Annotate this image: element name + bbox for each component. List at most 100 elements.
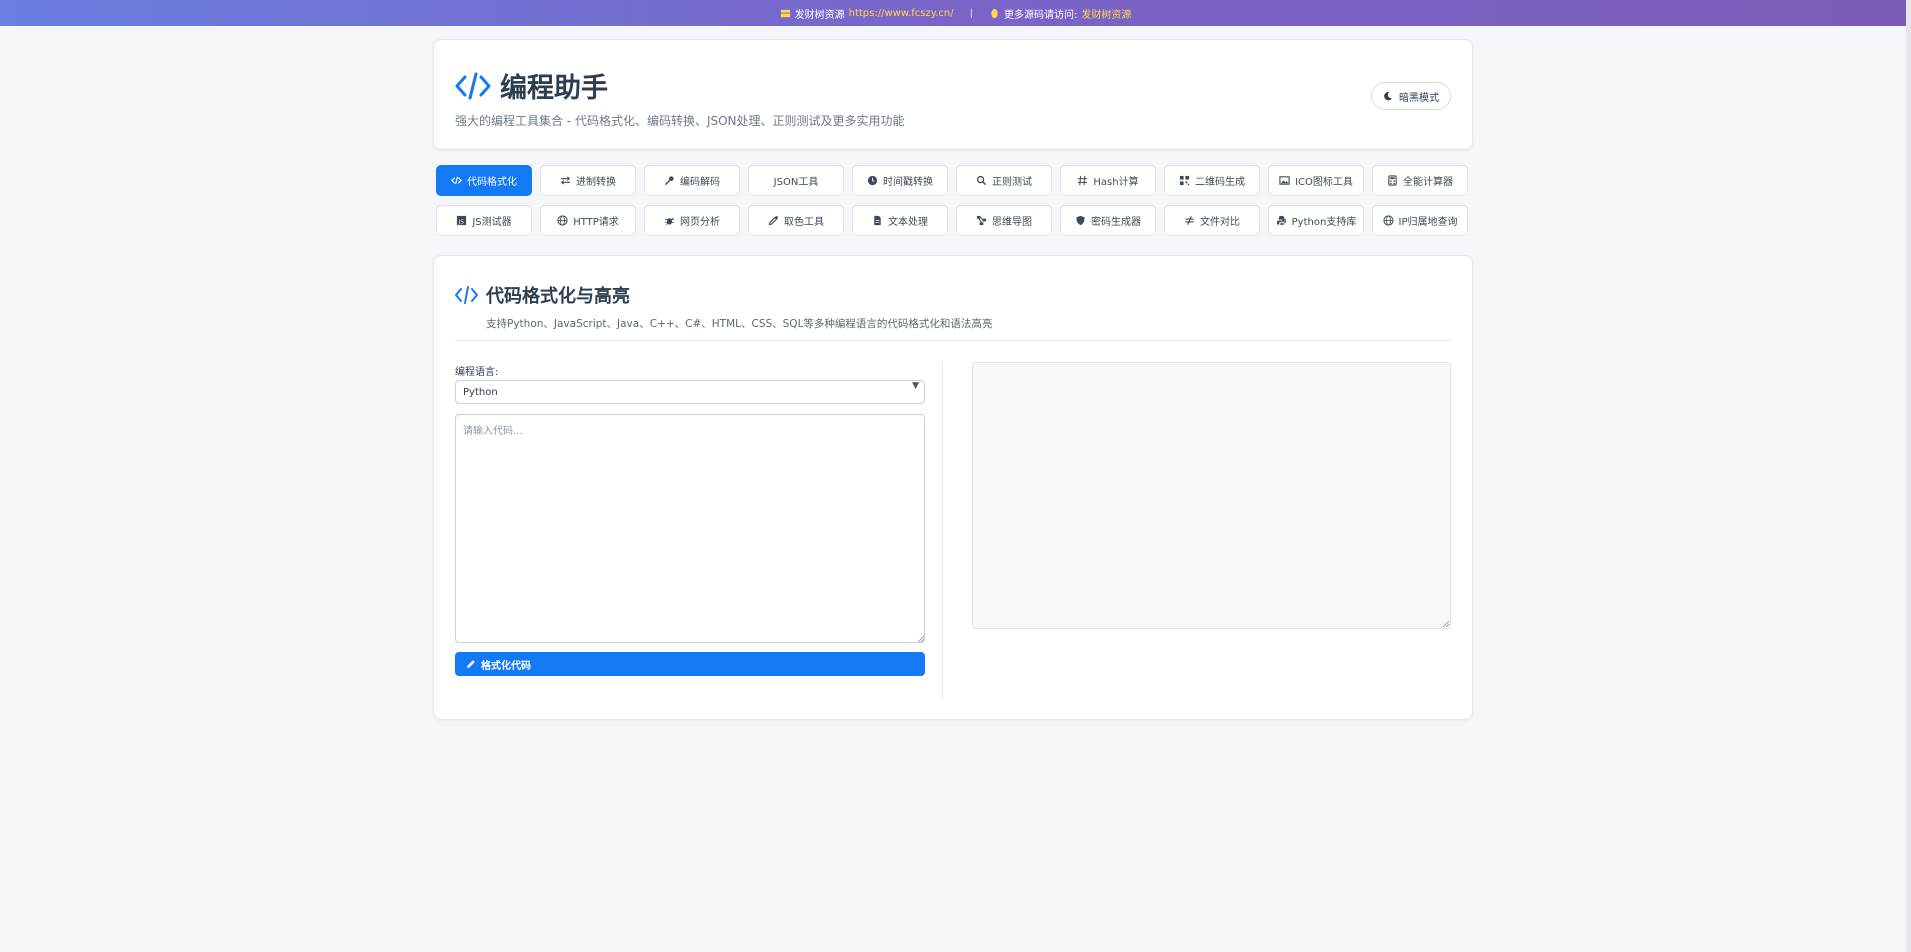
not-equal-icon xyxy=(1185,216,1194,225)
code-icon xyxy=(451,176,462,185)
exchange-icon xyxy=(560,176,571,185)
more-label: 更多源码请访问: xyxy=(1004,9,1078,21)
tab-label: JSON工具 xyxy=(773,177,819,188)
tab-row2-1[interactable]: HTTP请求 xyxy=(540,205,636,236)
tab-label: 取色工具 xyxy=(784,217,824,228)
language-label: 编程语言: xyxy=(455,367,499,378)
tab-row2-6[interactable]: 密码生成器 xyxy=(1060,205,1156,236)
divider xyxy=(455,340,1451,341)
code-icon xyxy=(455,286,478,304)
resize-grip-icon[interactable] xyxy=(1442,620,1450,628)
tab-row2-2[interactable]: 网页分析 xyxy=(644,205,740,236)
tab-label: 文本处理 xyxy=(888,217,928,228)
format-code-button[interactable]: 格式化代码 xyxy=(455,652,925,676)
eyedropper-icon xyxy=(768,216,778,226)
tab-row1-3[interactable]: JSON工具 xyxy=(748,165,844,196)
svg-text:JS: JS xyxy=(458,220,465,226)
tab-row2-4[interactable]: 文本处理 xyxy=(852,205,948,236)
tab-row1-4[interactable]: 时间戳转换 xyxy=(852,165,948,196)
tab-row1-0[interactable]: 代码格式化 xyxy=(436,165,532,196)
clock-icon xyxy=(867,175,878,186)
search-icon xyxy=(976,175,987,186)
tab-row2-9[interactable]: IP归属地查询 xyxy=(1372,205,1468,236)
main-card: 代码格式化与高亮 支持Python、JavaScript、Java、C++、C#… xyxy=(433,255,1473,720)
tab-row1-5[interactable]: 正则测试 xyxy=(956,165,1052,196)
language-select[interactable]: Python ▼ xyxy=(455,380,925,404)
key-icon xyxy=(664,176,674,186)
language-value: Python xyxy=(463,386,498,398)
tab-label: 网页分析 xyxy=(680,217,720,228)
tab-label: 进制转换 xyxy=(576,177,616,188)
site-url-link[interactable]: https://www.fcszy.cn/ xyxy=(849,8,954,19)
dark-mode-label: 暗黑模式 xyxy=(1399,92,1439,104)
code-icon xyxy=(455,72,491,99)
dark-mode-button[interactable]: 暗黑模式 xyxy=(1371,82,1451,110)
top-banner: 发财树资源 https://www.fcszy.cn/ | 更多源码请访问: 发… xyxy=(0,0,1911,26)
tab-row-2: JS JS测试器 HTTP请求 网页分析 取色工具 文本处理 思维导图 密码生成器 文件对比 Py… xyxy=(436,205,1471,236)
tab-label: 思维导图 xyxy=(992,217,1032,228)
shield-icon xyxy=(1076,215,1085,226)
tab-label: 编码解码 xyxy=(680,177,720,188)
js-icon: JS xyxy=(457,215,467,226)
tab-label: 代码格式化 xyxy=(467,177,517,188)
section-description: 支持Python、JavaScript、Java、C++、C#、HTML、CSS… xyxy=(486,318,993,330)
calculator-icon xyxy=(1388,175,1397,186)
tab-row2-5[interactable]: 思维导图 xyxy=(956,205,1052,236)
tab-row1-9[interactable]: 全能计算器 xyxy=(1372,165,1468,196)
code-input[interactable] xyxy=(455,414,925,643)
tool-tabs: 代码格式化 进制转换 编码解码 JSON工具 时间戳转换 正则测试 Hash计算 二维码生成 I… xyxy=(436,165,1471,245)
title-row: 编程助手 xyxy=(455,66,608,105)
hash-icon xyxy=(1078,175,1088,186)
qq-penguin-icon xyxy=(991,8,998,18)
tab-row1-7[interactable]: 二维码生成 xyxy=(1164,165,1260,196)
tab-label: JS测试器 xyxy=(472,217,512,228)
tab-row-1: 代码格式化 进制转换 编码解码 JSON工具 时间戳转换 正则测试 Hash计算 二维码生成 I… xyxy=(436,165,1471,196)
chevron-down-icon: ▼ xyxy=(912,381,919,391)
tab-row1-8[interactable]: ICO图标工具 xyxy=(1268,165,1364,196)
page-title: 编程助手 xyxy=(500,73,608,104)
site-info: 发财树资源 https://www.fcszy.cn/ xyxy=(780,6,954,21)
banner-separator: | xyxy=(969,7,973,19)
tab-row2-3[interactable]: 取色工具 xyxy=(748,205,844,236)
tab-label: 密码生成器 xyxy=(1091,217,1141,228)
header-card: 编程助手 强大的编程工具集合 - 代码格式化、编码转换、JSON处理、正则测试及… xyxy=(433,39,1473,150)
globe-icon xyxy=(1382,215,1394,226)
tab-row1-2[interactable]: 编码解码 xyxy=(644,165,740,196)
tab-label: 全能计算器 xyxy=(1403,177,1453,188)
section-header: 代码格式化与高亮 xyxy=(455,282,630,308)
tab-row2-8[interactable]: Python支持库 xyxy=(1268,205,1364,236)
tab-label: IP归属地查询 xyxy=(1398,217,1458,228)
formatted-output[interactable] xyxy=(972,362,1451,629)
site-label: 发财树资源 xyxy=(794,9,845,21)
bug-icon xyxy=(664,217,675,226)
format-code-label: 格式化代码 xyxy=(481,660,531,672)
page-subtitle: 强大的编程工具集合 - 代码格式化、编码转换、JSON处理、正则测试及更多实用功… xyxy=(455,114,905,128)
tab-label: 时间戳转换 xyxy=(883,177,933,188)
image-icon xyxy=(1279,176,1290,185)
tab-label: Python支持库 xyxy=(1291,217,1357,228)
more-info: 更多源码请访问: 发财树资源 xyxy=(989,6,1131,21)
qrcode-icon xyxy=(1179,175,1190,186)
tab-label: ICO图标工具 xyxy=(1295,177,1353,188)
column-divider xyxy=(942,362,943,700)
globe-icon xyxy=(557,215,568,226)
tab-row1-1[interactable]: 进制转换 xyxy=(540,165,636,196)
store-icon xyxy=(780,9,790,17)
tab-row1-6[interactable]: Hash计算 xyxy=(1060,165,1156,196)
page-scrollbar[interactable] xyxy=(1906,0,1911,952)
tab-row2-7[interactable]: 文件对比 xyxy=(1164,205,1260,236)
python-icon xyxy=(1276,215,1286,226)
tab-row2-0[interactable]: JS JS测试器 xyxy=(436,205,532,236)
tab-label: Hash计算 xyxy=(1093,177,1139,188)
pencil-icon xyxy=(467,660,475,668)
more-link[interactable]: 发财树资源 xyxy=(1081,6,1131,21)
file-icon xyxy=(874,215,881,226)
moon-icon xyxy=(1384,91,1392,101)
tab-label: 二维码生成 xyxy=(1195,177,1245,188)
resize-grip-icon[interactable] xyxy=(917,635,925,643)
tab-label: HTTP请求 xyxy=(573,217,619,228)
tab-label: 正则测试 xyxy=(992,177,1032,188)
section-title: 代码格式化与高亮 xyxy=(486,286,630,307)
tab-label: 文件对比 xyxy=(1200,217,1240,228)
sitemap-icon xyxy=(976,215,987,226)
